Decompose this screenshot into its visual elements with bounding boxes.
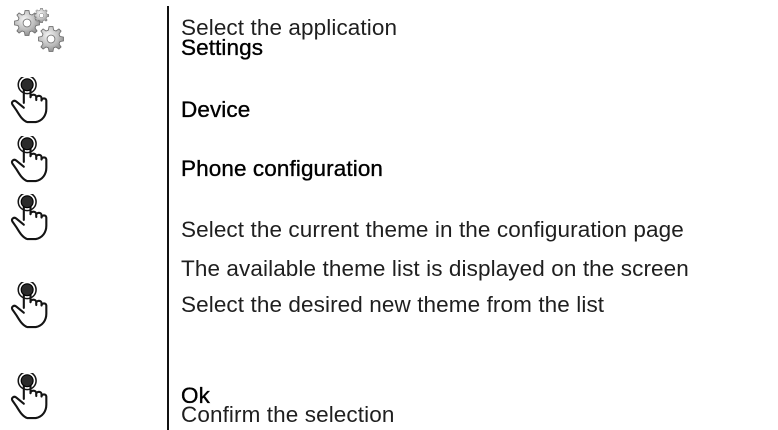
instruction-divider [167, 6, 169, 430]
select-new-theme-text: Select the desired new theme from the li… [181, 292, 605, 317]
hand-tap-icon [10, 282, 48, 329]
settings-gears-icon [14, 8, 64, 52]
device-label: Device [181, 97, 251, 122]
settings-label: Settings [181, 35, 264, 60]
hand-tap-icon [10, 194, 48, 241]
confirm-selection-text: Confirm the selection [181, 402, 395, 427]
hand-tap-icon [10, 136, 48, 183]
phone-configuration-label: Phone configuration [181, 156, 384, 181]
theme-list-displayed-text: The available theme list is displayed on… [181, 256, 689, 281]
hand-tap-icon [10, 373, 48, 420]
hand-tap-icon [10, 77, 48, 124]
select-current-theme-text: Select the current theme in the configur… [181, 217, 684, 242]
